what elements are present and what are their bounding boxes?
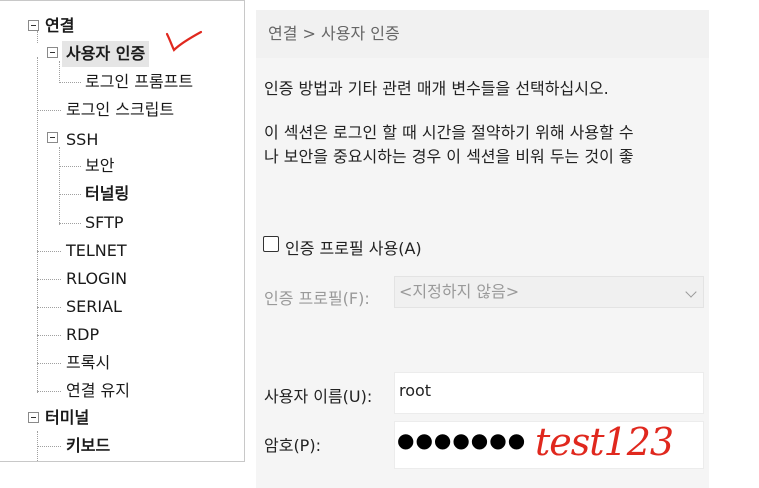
- tree-item-keepalive[interactable]: 연결 유지: [66, 378, 130, 404]
- collapse-icon[interactable]: [28, 412, 39, 423]
- tree-item-rlogin[interactable]: RLOGIN: [66, 266, 127, 292]
- tree-connector: [59, 61, 60, 83]
- tree-connector: [37, 335, 61, 336]
- tree-connector: [37, 110, 61, 111]
- username-value: root: [399, 381, 432, 400]
- tree-item-tunneling[interactable]: 터널링: [85, 181, 129, 207]
- username-input[interactable]: root: [394, 372, 704, 414]
- panel-header: 연결 > 사용자 인증: [256, 10, 709, 58]
- tree-item-security[interactable]: 보안: [85, 153, 114, 179]
- password-annotation: test123: [535, 420, 674, 464]
- collapse-icon[interactable]: [47, 47, 58, 58]
- checkmark-annotation-icon: [165, 30, 203, 52]
- settings-panel: 연결 > 사용자 인증 인증 방법과 기타 관련 매개 변수들을 선택하십시오.…: [246, 0, 759, 488]
- profile-select-value: <지정하지 않음>: [399, 282, 520, 301]
- tree-connector: [59, 82, 81, 83]
- profile-select[interactable]: <지정하지 않음>: [394, 276, 704, 308]
- chevron-down-icon: [685, 286, 697, 298]
- username-label: 사용자 이름(U):: [264, 387, 373, 406]
- tree-item-rdp[interactable]: RDP: [66, 322, 99, 348]
- tree-connector: [37, 251, 61, 252]
- collapse-icon[interactable]: [47, 132, 58, 143]
- tree-item-sftp[interactable]: SFTP: [85, 210, 124, 236]
- tree-connector: [37, 57, 38, 393]
- breadcrumb: 연결 > 사용자 인증: [268, 24, 400, 43]
- tree-item-ssh[interactable]: SSH: [66, 127, 98, 153]
- tree-connector: [37, 307, 61, 308]
- password-value: ●●●●●●●: [397, 428, 527, 452]
- info-text-line-1: 이 섹션은 로그인 할 때 시간을 절약하기 위해 사용할 수: [264, 123, 634, 142]
- tree-item-keyboard[interactable]: 키보드: [66, 433, 110, 459]
- tree-item-login-script[interactable]: 로그인 스크립트: [66, 97, 174, 123]
- collapse-icon[interactable]: [28, 20, 39, 31]
- tree-connector: [37, 446, 61, 447]
- tree-item-user-auth[interactable]: 사용자 인증: [62, 41, 150, 67]
- tree-item-serial[interactable]: SERIAL: [66, 294, 122, 320]
- info-text-line-2: 나 보안을 중요시하는 경우 이 섹션을 비워 두는 것이 좋: [264, 147, 634, 166]
- description-text: 인증 방법과 기타 관련 매개 변수들을 선택하십시오.: [264, 79, 609, 98]
- tree-connector: [59, 147, 60, 225]
- tree-connector: [59, 194, 81, 195]
- tree-connector: [37, 31, 38, 43]
- tree-item-connection[interactable]: 연결: [45, 13, 74, 39]
- tree-item-login-prompt[interactable]: 로그인 프롬프트: [85, 69, 193, 95]
- tree-item-proxy[interactable]: 프록시: [66, 350, 110, 376]
- session-tree: 연결 사용자 인증 로그인 프롬프트 로그인 스크립트 SSH 보안 터널링 S…: [0, 0, 245, 462]
- tree-item-terminal[interactable]: 터미널: [45, 405, 89, 431]
- tree-connector: [37, 391, 61, 392]
- password-annotation-text: test123: [535, 420, 673, 464]
- tree-connector: [59, 223, 81, 224]
- use-profile-label[interactable]: 인증 프로필 사용(A): [285, 235, 422, 259]
- tree-connector: [59, 166, 81, 167]
- use-profile-checkbox[interactable]: [263, 236, 279, 252]
- profile-label: 인증 프로필(F):: [264, 289, 370, 308]
- tree-item-telnet[interactable]: TELNET: [66, 238, 127, 264]
- tree-connector: [37, 279, 61, 280]
- password-label: 암호(P):: [264, 436, 321, 455]
- tree-connector: [37, 363, 61, 364]
